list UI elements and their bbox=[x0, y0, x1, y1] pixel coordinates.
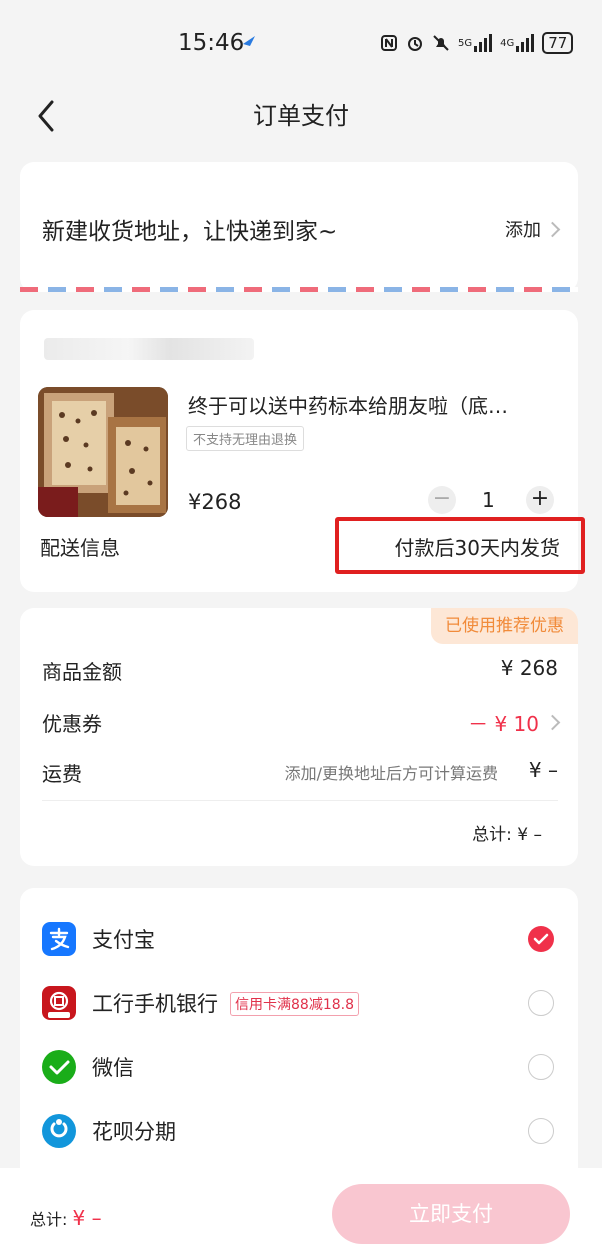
payment-label: 工行手机银行 bbox=[92, 992, 218, 1016]
payment-methods-card: 支付宝 工行手机银行 信用卡满88减18.8 微信 花呗分期 bbox=[20, 888, 578, 1168]
alarm-icon bbox=[408, 37, 422, 51]
payment-option-alipay[interactable]: 支付宝 bbox=[42, 920, 554, 960]
radio-unselected[interactable] bbox=[528, 1054, 554, 1080]
radio-unselected[interactable] bbox=[528, 1118, 554, 1144]
divider bbox=[42, 800, 558, 801]
pay-now-button[interactable]: 立即支付 bbox=[332, 1184, 570, 1244]
goods-amount-value: ¥ 268 bbox=[500, 656, 558, 680]
bottom-total: 总计: ¥ – bbox=[30, 1206, 102, 1230]
goods-amount-label: 商品金额 bbox=[42, 660, 122, 684]
bottom-total-value: ¥ – bbox=[72, 1206, 102, 1230]
address-prompt: 新建收货地址，让快递到家~ bbox=[42, 219, 338, 245]
product-name[interactable]: 终于可以送中药标本给朋友啦（底… bbox=[188, 390, 558, 419]
alipay-icon bbox=[42, 922, 76, 956]
delivery-highlight-box bbox=[335, 517, 585, 574]
chevron-right-icon bbox=[544, 221, 561, 237]
payment-option-icbc[interactable]: 工行手机银行 信用卡满88减18.8 bbox=[42, 984, 554, 1024]
chevron-right-icon bbox=[544, 714, 561, 731]
quantity-minus-button[interactable]: − bbox=[428, 486, 456, 514]
network-4g: 4G bbox=[500, 37, 515, 49]
goods-amount-row: 商品金额 ¥ 268 bbox=[42, 656, 558, 685]
payment-label: 微信 bbox=[92, 1056, 134, 1080]
status-bar: 15:46 5G 4G 77 bbox=[0, 0, 602, 86]
check-icon bbox=[533, 933, 549, 945]
airmail-border bbox=[20, 287, 578, 292]
signal-icon-2 bbox=[516, 34, 535, 52]
quantity-plus-button[interactable]: + bbox=[526, 486, 554, 514]
shop-name-blurred bbox=[44, 338, 254, 360]
page-title: 订单支付 bbox=[253, 102, 349, 130]
shipping-value: ¥ – bbox=[528, 758, 558, 782]
nfc-icon bbox=[381, 35, 397, 51]
product-image[interactable] bbox=[38, 387, 168, 517]
add-address-label: 添加 bbox=[505, 220, 541, 241]
payment-option-wechat[interactable]: 微信 bbox=[42, 1048, 554, 1088]
no-return-tag: 不支持无理由退换 bbox=[186, 426, 305, 451]
signal-icon bbox=[474, 34, 493, 52]
shipping-note: 添加/更换地址后方可计算运费 bbox=[284, 764, 498, 783]
shipping-row: 运费 添加/更换地址后方可计算运费 ¥ – bbox=[42, 758, 558, 787]
radio-unselected[interactable] bbox=[528, 990, 554, 1016]
promo-badge: 已使用推荐优惠 bbox=[431, 608, 578, 644]
add-address-button[interactable]: 添加 bbox=[505, 216, 561, 242]
coupon-row[interactable]: 优惠券 － ¥ 10 bbox=[42, 708, 561, 737]
network-5g: 5G bbox=[458, 37, 473, 49]
huabei-icon bbox=[42, 1114, 76, 1148]
payment-label: 花呗分期 bbox=[92, 1120, 176, 1144]
bank-promo-tag: 信用卡满88减18.8 bbox=[230, 992, 359, 1016]
address-card[interactable]: 新建收货地址，让快递到家~ 添加 bbox=[20, 162, 578, 292]
nav-bar: 订单支付 bbox=[0, 86, 602, 140]
battery-icon: 77 bbox=[542, 32, 574, 54]
amount-card: 已使用推荐优惠 商品金额 ¥ 268 优惠券 － ¥ 10 运费 添加/更换地址… bbox=[20, 608, 578, 866]
payment-label: 支付宝 bbox=[92, 928, 155, 952]
amount-total: 总计: ¥ – bbox=[472, 825, 542, 845]
wechat-icon bbox=[42, 1050, 76, 1084]
bottom-total-label: 总计: bbox=[30, 1210, 68, 1229]
icbc-icon bbox=[42, 986, 76, 1020]
radio-selected[interactable] bbox=[528, 926, 554, 952]
shipping-label: 运费 bbox=[42, 762, 82, 786]
location-icon bbox=[243, 36, 255, 46]
payment-option-huabei[interactable]: 花呗分期 bbox=[42, 1112, 554, 1152]
status-icons: 5G 4G 77 bbox=[380, 32, 574, 54]
status-time: 15:46 bbox=[178, 30, 245, 56]
coupon-value-wrap: － ¥ 10 bbox=[468, 708, 561, 737]
product-price: ¥268 bbox=[188, 490, 242, 514]
delivery-label: 配送信息 bbox=[40, 536, 120, 560]
coupon-value: － ¥ 10 bbox=[468, 712, 539, 736]
mute-icon bbox=[433, 35, 449, 51]
quantity-value[interactable]: 1 bbox=[482, 488, 495, 512]
bottom-bar: 总计: ¥ – 立即支付 bbox=[0, 1168, 602, 1258]
coupon-label: 优惠券 bbox=[42, 712, 102, 736]
